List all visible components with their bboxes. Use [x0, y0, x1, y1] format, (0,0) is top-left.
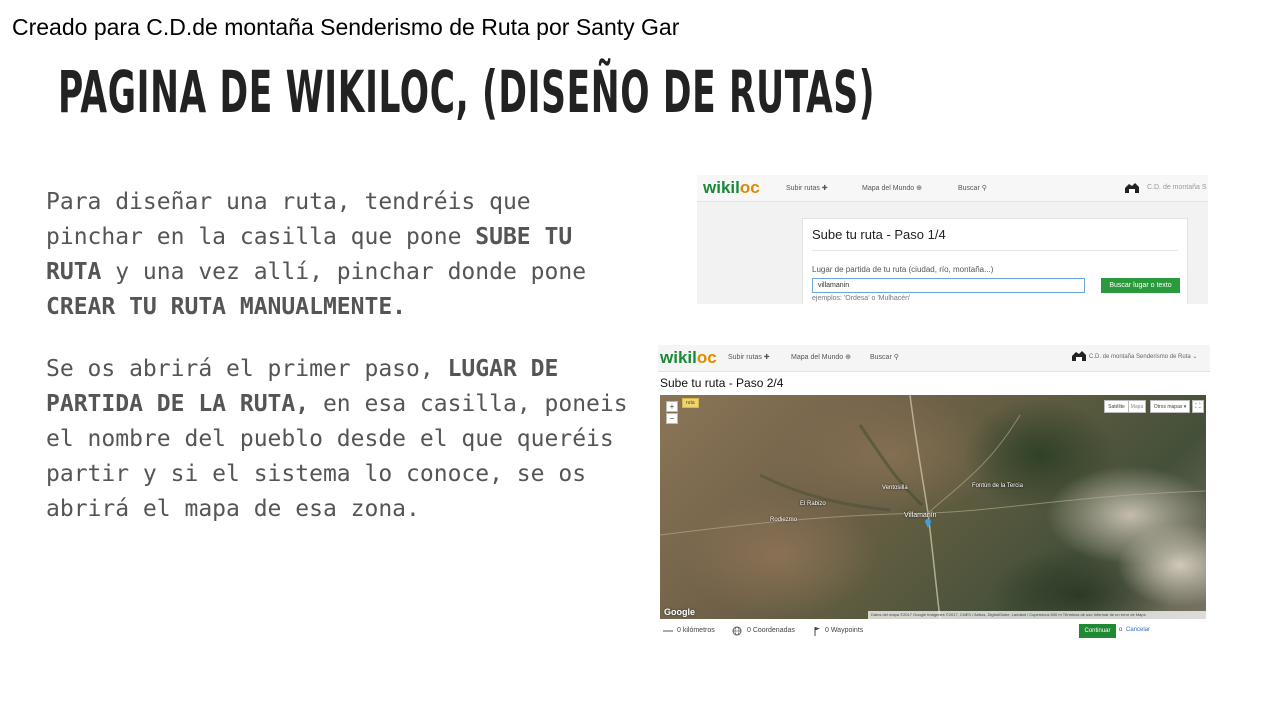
para2-text-1: Se os abrirá el primer paso,: [46, 356, 448, 382]
nav-buscar-2[interactable]: Buscar ⚲: [870, 353, 899, 361]
para1-text-2: y una vez allí, pinchar donde pone: [101, 259, 587, 285]
instructions-paragraph-2: Se os abrirá el primer paso, LUGAR DE PA…: [46, 352, 631, 527]
wikiloc-logo-text: wikil: [703, 178, 740, 197]
club-avatar-icon-2[interactable]: [1071, 350, 1087, 362]
satellite-toggle[interactable]: Satélite: [1104, 400, 1129, 413]
zoom-in-button[interactable]: +: [666, 401, 678, 412]
map-roads-overlay: [660, 395, 1206, 619]
search-place-button[interactable]: Buscar lugar o texto: [1101, 278, 1180, 293]
wikiloc-navbar: wikiloc Subir rutas ✚ Mapa del Mundo ⊕ B…: [697, 175, 1208, 202]
step-heading: Sube tu ruta - Paso 2/4: [660, 376, 784, 390]
nav-mapa-del-mundo-2[interactable]: Mapa del Mundo ⊕: [791, 353, 851, 361]
flag-icon: [814, 627, 820, 636]
coordinates-counter: 0 Coordenadas: [747, 627, 795, 634]
wikiloc-logo[interactable]: wikiloc: [703, 178, 760, 198]
wikiloc-navbar-2: wikiloc Subir rutas ✚ Mapa del Mundo ⊕ B…: [658, 345, 1210, 372]
distance-icon: [663, 630, 673, 632]
nav-mapa-del-mundo[interactable]: Mapa del Mundo ⊕: [862, 184, 922, 192]
place-el-rabizo: El Rabizo: [800, 501, 826, 507]
zoom-out-button[interactable]: −: [666, 413, 678, 424]
wikiloc-logo-oc: oc: [739, 178, 760, 197]
satellite-map[interactable]: + − ruta Satélite Mapa Otros mapas ▾ ⛶ V…: [660, 395, 1206, 619]
start-place-label: Lugar de partida de tu ruta (ciudad, río…: [812, 265, 994, 274]
examples-hint: ejemplos: 'Ordesa' o 'Mulhacén': [812, 295, 911, 302]
place-rodiezmo: Rodiezmo: [770, 517, 798, 523]
screenshot-step-2: wikiloc Subir rutas ✚ Mapa del Mundo ⊕ B…: [658, 345, 1210, 642]
nav-buscar[interactable]: Buscar ⚲: [958, 184, 987, 192]
para1-text-1: Para diseñar una ruta, tendréis que pinc…: [46, 189, 531, 250]
globe-icon: [732, 626, 742, 636]
wikiloc-logo-oc-2: oc: [696, 348, 717, 367]
para1-bold-2: CREAR TU RUTA MANUALMENTE.: [46, 294, 407, 320]
google-logo: Google: [664, 607, 695, 617]
card-divider: [812, 250, 1178, 251]
user-menu[interactable]: C.D. de montaña Senderismo de Ruta ⌄: [1089, 353, 1197, 360]
place-fontun: Fontún de la Tercia: [972, 483, 1023, 489]
nav-subir-rutas-2[interactable]: Subir rutas ✚: [728, 353, 770, 361]
club-avatar-icon[interactable]: [1124, 182, 1140, 194]
location-pin-icon: [925, 519, 931, 528]
screenshot-step-1: wikiloc Subir rutas ✚ Mapa del Mundo ⊕ B…: [697, 175, 1208, 304]
instructions-paragraph-1: Para diseñar una ruta, tendréis que pinc…: [46, 185, 631, 325]
other-maps-dropdown[interactable]: Otros mapas ▾: [1150, 400, 1190, 413]
card-title: Sube tu ruta - Paso 1/4: [812, 227, 946, 242]
upload-card: Sube tu ruta - Paso 1/4 Lugar de partida…: [802, 218, 1188, 304]
wikiloc-logo-2[interactable]: wikiloc: [660, 348, 717, 368]
user-name[interactable]: C.D. de montaña S: [1147, 184, 1207, 191]
map-toggle[interactable]: Mapa: [1128, 400, 1146, 413]
km-counter: 0 kilómetros: [677, 627, 715, 634]
nav-subir-rutas[interactable]: Subir rutas ✚: [786, 184, 828, 192]
cancel-link[interactable]: Cancelar: [1126, 627, 1150, 633]
credit-line: Creado para C.D.de montaña Senderismo de…: [12, 14, 680, 40]
route-stats-bar: 0 kilómetros 0 Coordenadas 0 Waypoints C…: [658, 621, 1210, 642]
wikiloc-logo-text-2: wikil: [660, 348, 697, 367]
or-separator: o: [1119, 627, 1123, 633]
map-attribution: Datos del mapa ©2017 Google Imágenes ©20…: [868, 611, 1206, 619]
fullscreen-icon[interactable]: ⛶: [1192, 400, 1204, 413]
place-ventosilla: Ventosilla: [882, 485, 908, 491]
waypoints-counter: 0 Waypoints: [825, 627, 864, 634]
start-place-input[interactable]: villamanin: [812, 278, 1085, 293]
route-tag[interactable]: ruta: [682, 398, 699, 408]
continue-button[interactable]: Continuar: [1079, 624, 1116, 638]
slide-title: PAGINA DE WIKILOC, (DISEÑO DE RUTAS): [58, 58, 876, 126]
